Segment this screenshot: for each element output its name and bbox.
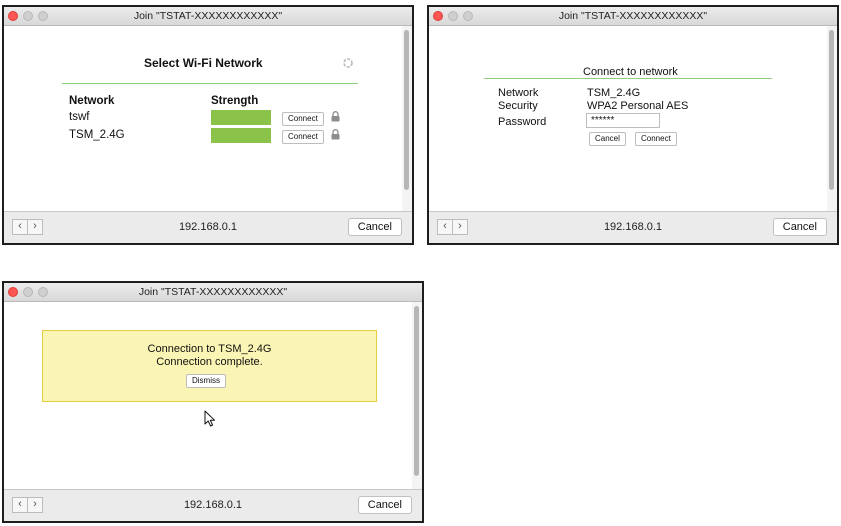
connect-heading: Connect to network [583,66,678,78]
network-column-header: Network [69,95,115,107]
scrollbar[interactable] [402,26,412,211]
signal-strength-bar [211,110,271,125]
network-name-tsm: TSM_2.4G [69,129,125,141]
scrollbar[interactable] [827,26,837,211]
cancel-connect-button[interactable]: Cancel [589,132,626,146]
connection-status-text: Connection complete. [156,356,263,368]
heading-divider [62,83,358,84]
connect-button-tswf[interactable]: Connect [282,112,324,126]
title-bar: Join "TSTAT-XXXXXXXXXXXX" [4,7,412,26]
window-title: Join "TSTAT-XXXXXXXXXXXX" [133,10,283,22]
network-value: TSM_2.4G [587,87,641,99]
heading-divider [484,78,772,79]
select-network-heading: Select Wi-Fi Network [144,56,263,70]
password-field[interactable]: ****** [586,113,660,128]
cancel-button[interactable]: Cancel [357,496,412,514]
bottom-bar: ‹ › 192.168.0.1 Cancel [4,489,422,521]
scrollbar-thumb[interactable] [414,306,419,476]
success-message-panel: Connection to TSM_2.4G Connection comple… [42,330,377,402]
connection-complete-window: Join "TSTAT-XXXXXXXXXXXX" Connection to … [2,281,424,523]
cancel-button[interactable]: Cancel [772,218,827,236]
spinner-icon [343,58,353,68]
connection-target-text: Connection to TSM_2.4G [147,343,272,355]
bottom-bar: ‹ › 192.168.0.1 Cancel [429,211,837,243]
password-label: Password [498,116,547,128]
connect-network-window: Join "TSTAT-XXXXXXXXXXXX" Connect to net… [427,5,839,245]
connect-button[interactable]: Connect [635,132,677,146]
scrollbar-thumb[interactable] [829,30,834,190]
select-network-window: Join "TSTAT-XXXXXXXXXXXX" Select Wi-Fi N… [2,5,414,245]
security-label: Security [498,100,538,112]
cancel-button[interactable]: Cancel [347,218,402,236]
window-title: Join "TSTAT-XXXXXXXXXXXX" [558,10,708,22]
network-label: Network [498,87,539,99]
strength-column-header: Strength [211,95,259,107]
network-name-tswf: tswf [69,111,90,123]
bottom-bar: ‹ › 192.168.0.1 Cancel [4,211,412,243]
lock-icon [331,129,340,140]
connect-button-tsm[interactable]: Connect [282,130,324,144]
dismiss-button[interactable]: Dismiss [186,374,226,388]
signal-strength-bar [211,128,271,143]
title-bar: Join "TSTAT-XXXXXXXXXXXX" [4,283,422,302]
scrollbar-thumb[interactable] [404,30,409,190]
lock-icon [331,111,340,122]
security-value: WPA2 Personal AES [587,100,689,112]
scrollbar[interactable] [412,302,422,489]
title-bar: Join "TSTAT-XXXXXXXXXXXX" [429,7,837,26]
cursor-icon [204,410,215,427]
window-title: Join "TSTAT-XXXXXXXXXXXX" [138,286,288,298]
